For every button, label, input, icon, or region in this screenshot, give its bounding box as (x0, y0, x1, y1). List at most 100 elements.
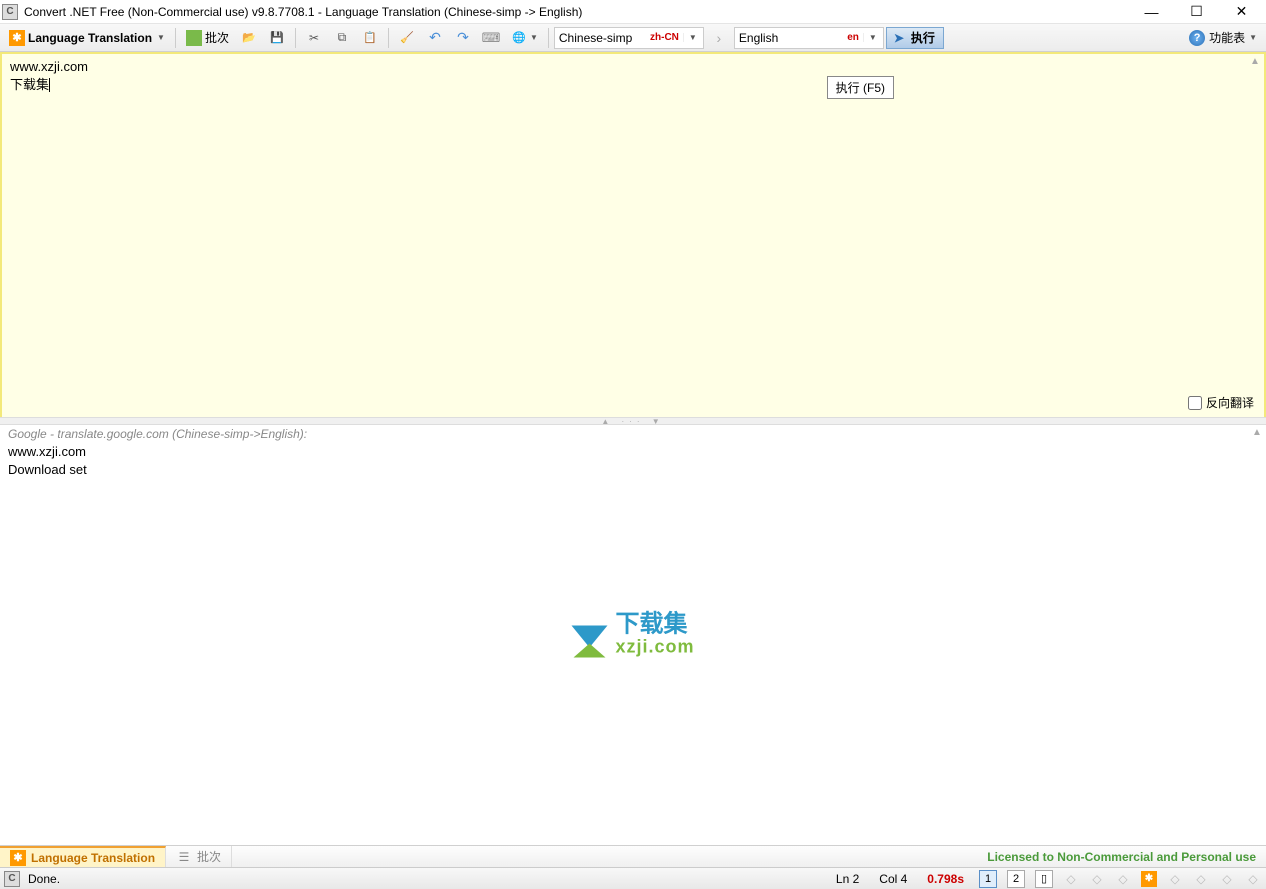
erase-button[interactable] (394, 27, 420, 49)
arrow-right-icon (711, 30, 727, 46)
input-pane[interactable]: ▲ www.xzji.com 下载集 执行 (F5) 反向翻译 (0, 52, 1266, 417)
output-text[interactable]: www.xzji.com Download set (0, 443, 1266, 479)
scroll-up-icon[interactable]: ▲ (1247, 56, 1263, 72)
chevron-down-icon: ▼ (1249, 33, 1257, 42)
copy-button[interactable] (329, 27, 355, 49)
status-icon-5[interactable]: ◇ (1193, 871, 1209, 887)
reverse-translate-checkbox[interactable]: 反向翻译 (1188, 394, 1254, 411)
chevron-down-icon: ▼ (530, 33, 538, 42)
keyboard-button[interactable] (478, 27, 504, 49)
execute-tooltip: 执行 (F5) (827, 76, 894, 99)
mode-dropdown[interactable]: ✱ Language Translation ▼ (4, 27, 170, 49)
reverse-translate-label: 反向翻译 (1206, 394, 1254, 411)
source-language-name: Chinese-simp (559, 31, 632, 45)
erase-icon (399, 30, 415, 46)
watermark-logo: 下载集 xzji.com (571, 613, 694, 658)
status-col: Col 4 (873, 872, 913, 886)
chevron-down-icon: ▼ (863, 33, 879, 42)
close-button[interactable]: ✕ (1219, 0, 1264, 24)
status-line: Ln 2 (830, 872, 865, 886)
source-language-select[interactable]: Chinese-simp zh-CN ▼ (554, 27, 704, 49)
swap-languages-button[interactable] (706, 27, 732, 49)
batch-button[interactable]: 批次 (181, 27, 234, 49)
undo-button[interactable] (422, 27, 448, 49)
maximize-button[interactable]: ☐ (1174, 0, 1219, 24)
status-icon-6[interactable]: ◇ (1219, 871, 1235, 887)
separator (548, 28, 549, 48)
separator (388, 28, 389, 48)
tab-language-translation[interactable]: ✱ Language Translation (0, 846, 166, 867)
execute-label: 执行 (911, 29, 935, 46)
task-tabs: ✱ Language Translation 批次 Licensed to No… (0, 845, 1266, 867)
mode-icon: ✱ (10, 850, 26, 866)
output-line-1: www.xzji.com (8, 443, 1258, 461)
input-text[interactable]: www.xzji.com 下载集 (2, 54, 1264, 98)
input-line-1: www.xzji.com (10, 58, 1256, 76)
status-icon-7[interactable]: ◇ (1245, 871, 1261, 887)
status-icon-3[interactable]: ◇ (1115, 871, 1131, 887)
paste-button[interactable] (357, 27, 383, 49)
status-bar: C Done. Ln 2 Col 4 0.798s 1 2 ▯ ◇ ◇ ◇ ✱ … (0, 867, 1266, 889)
batch-icon (186, 30, 202, 46)
watermark-arrow-icon (571, 617, 607, 653)
status-message: Done. (28, 872, 60, 886)
scroll-up-icon[interactable]: ▲ (1249, 427, 1265, 443)
help-menu[interactable]: ? 功能表 ▼ (1184, 27, 1262, 49)
batch-label: 批次 (205, 29, 229, 46)
menu-label: 功能表 (1209, 29, 1245, 46)
redo-icon (455, 30, 471, 46)
window-title: Convert .NET Free (Non-Commercial use) v… (24, 5, 1129, 19)
save-button[interactable] (264, 27, 290, 49)
mode-label: Language Translation (28, 31, 154, 45)
mode-icon: ✱ (9, 30, 25, 46)
paste-icon (362, 30, 378, 46)
open-button[interactable] (236, 27, 262, 49)
status-icon-2[interactable]: ◇ (1089, 871, 1105, 887)
output-source-header: Google - translate.google.com (Chinese-s… (0, 425, 1266, 443)
target-language-code: en (847, 32, 859, 43)
redo-button[interactable] (450, 27, 476, 49)
web-translate-button[interactable]: ▼ (506, 27, 543, 49)
copy-icon (334, 30, 350, 46)
output-pane: ▲ Google - translate.google.com (Chinese… (0, 425, 1266, 845)
globe-icon (511, 30, 527, 46)
tab-label: Language Translation (31, 851, 155, 865)
editor-area: ▲ www.xzji.com 下载集 执行 (F5) 反向翻译 ▲ ··· ▼ … (0, 52, 1266, 845)
status-icon-1[interactable]: ◇ (1063, 871, 1079, 887)
output-line-2: Download set (8, 461, 1258, 479)
separator (295, 28, 296, 48)
status-icon-active[interactable]: ✱ (1141, 871, 1157, 887)
license-notice: Licensed to Non-Commercial and Personal … (977, 846, 1266, 867)
tab-label: 批次 (197, 848, 221, 865)
view-mode-split-button[interactable]: ▯ (1035, 870, 1053, 888)
view-mode-2-button[interactable]: 2 (1007, 870, 1025, 888)
window-controls: — ☐ ✕ (1129, 0, 1264, 24)
watermark-text-domain: xzji.com (615, 637, 694, 658)
chevron-down-icon: ▼ (157, 33, 165, 42)
source-language-code: zh-CN (650, 32, 679, 43)
cut-icon (306, 30, 322, 46)
reverse-translate-input[interactable] (1188, 396, 1202, 410)
tab-batch[interactable]: 批次 (166, 846, 232, 867)
title-bar: C Convert .NET Free (Non-Commercial use)… (0, 0, 1266, 24)
cut-button[interactable] (301, 27, 327, 49)
view-mode-1-button[interactable]: 1 (979, 870, 997, 888)
execute-button[interactable]: 执行 (886, 27, 944, 49)
pane-splitter[interactable]: ▲ ··· ▼ (0, 417, 1266, 425)
status-icon-4[interactable]: ◇ (1167, 871, 1183, 887)
execute-icon (891, 30, 907, 46)
minimize-button[interactable]: — (1129, 0, 1174, 24)
main-toolbar: ✱ Language Translation ▼ 批次 ▼ Chinese-si… (0, 24, 1266, 52)
target-language-name: English (739, 31, 778, 45)
app-icon: C (4, 871, 20, 887)
help-icon: ? (1189, 30, 1205, 46)
app-icon: C (2, 4, 18, 20)
input-line-2: 下载集 (10, 77, 49, 92)
open-icon (241, 30, 257, 46)
undo-icon (427, 30, 443, 46)
separator (175, 28, 176, 48)
watermark-text-cn: 下载集 (615, 613, 694, 637)
target-language-select[interactable]: English en ▼ (734, 27, 884, 49)
status-timing: 0.798s (921, 872, 970, 886)
batch-icon (176, 849, 192, 865)
